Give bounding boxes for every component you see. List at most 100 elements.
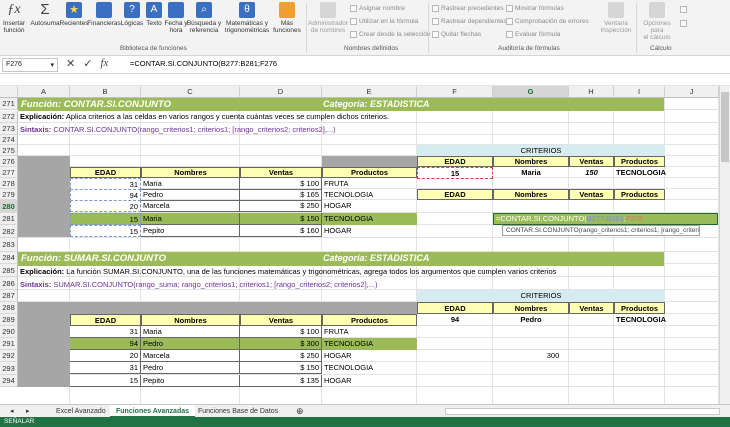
chevron-down-icon[interactable]: ▾ bbox=[50, 61, 54, 69]
table-cell[interactable]: Maria bbox=[141, 326, 240, 338]
logical-button[interactable]: ? Lógicas bbox=[120, 2, 144, 27]
error-checking-button[interactable]: Comprobación de errores bbox=[506, 18, 589, 25]
criteria-header[interactable]: Productos bbox=[614, 156, 665, 167]
math-button[interactable]: θ Matemáticas y trigonométricas bbox=[222, 2, 272, 34]
table-cell[interactable]: $ 150 bbox=[240, 362, 322, 374]
criteria-header[interactable]: Ventas bbox=[569, 302, 614, 314]
row-header[interactable]: 285 bbox=[0, 264, 18, 277]
table-cell[interactable]: $ 135 bbox=[240, 375, 322, 387]
name-manager-button[interactable]: Administrador de nombres bbox=[308, 2, 348, 34]
show-formulas-button[interactable]: Mostrar fórmulas bbox=[506, 5, 564, 12]
row-header[interactable]: 273 bbox=[0, 123, 18, 135]
table-header[interactable]: EDAD bbox=[70, 167, 141, 178]
table-cell[interactable]: $ 160 bbox=[240, 225, 322, 237]
table-cell[interactable]: HOGAR bbox=[322, 200, 417, 212]
table-cell[interactable]: HOGAR bbox=[322, 225, 417, 237]
table-cell[interactable]: Pedro bbox=[141, 338, 240, 350]
row-header[interactable]: 290 bbox=[0, 326, 18, 338]
table-cell[interactable]: 31 bbox=[70, 326, 141, 338]
table-header[interactable]: Nombres bbox=[141, 314, 240, 326]
row-header[interactable]: 283 bbox=[0, 238, 18, 252]
criteria-value[interactable]: TECNOLOGIA bbox=[614, 314, 666, 326]
column-header[interactable]: C bbox=[141, 86, 240, 98]
table-cell[interactable]: FRUTA bbox=[322, 326, 417, 338]
scroll-thumb[interactable] bbox=[721, 92, 729, 162]
table-cell[interactable]: Marcela bbox=[141, 200, 240, 212]
row-header[interactable]: 275 bbox=[0, 145, 18, 156]
financial-button[interactable]: Financieras bbox=[87, 2, 121, 27]
table-cell[interactable]: Maria bbox=[141, 213, 240, 225]
criteria-header[interactable]: Nombres bbox=[493, 156, 569, 167]
datetime-button[interactable]: Fecha y hora bbox=[164, 2, 188, 34]
table-header[interactable]: EDAD bbox=[70, 314, 141, 326]
insert-function-button[interactable]: ƒx Insertar función bbox=[3, 2, 25, 34]
criteria-header[interactable]: Ventas bbox=[569, 189, 614, 200]
criteria-value[interactable]: Maria bbox=[493, 167, 569, 179]
text-button[interactable]: A Texto bbox=[144, 2, 164, 27]
table-cell[interactable]: 20 bbox=[70, 200, 141, 212]
table-header[interactable]: Nombres bbox=[141, 167, 240, 178]
row-header[interactable]: 288 bbox=[0, 302, 18, 314]
criteria-value[interactable]: 15 bbox=[417, 167, 493, 179]
table-cell[interactable]: Pepito bbox=[141, 225, 240, 237]
column-header[interactable]: A bbox=[18, 86, 70, 98]
table-header[interactable]: Ventas bbox=[240, 314, 322, 326]
criteria-header[interactable]: Ventas bbox=[569, 156, 614, 167]
criteria-value[interactable]: 94 bbox=[417, 314, 493, 326]
row-header[interactable]: 279 bbox=[0, 189, 18, 200]
evaluate-formula-button[interactable]: Evaluar fórmula bbox=[506, 31, 561, 38]
table-cell[interactable]: Marcela bbox=[141, 350, 240, 362]
row-header[interactable]: 293 bbox=[0, 362, 18, 375]
criteria-value[interactable]: TECNOLOGIA bbox=[614, 167, 666, 179]
calc-sheet-button[interactable] bbox=[680, 20, 687, 27]
table-cell[interactable]: 15 bbox=[70, 213, 141, 225]
close-icon[interactable]: ✕ bbox=[66, 57, 75, 70]
remove-arrows-button[interactable]: Quitar flechas bbox=[432, 31, 481, 38]
vertical-scrollbar[interactable] bbox=[719, 86, 730, 404]
table-cell[interactable]: $ 150 bbox=[240, 213, 322, 225]
row-header[interactable]: 280 bbox=[0, 200, 18, 213]
row-header[interactable]: 276 bbox=[0, 156, 18, 167]
calc-now-button[interactable] bbox=[680, 6, 687, 13]
column-header[interactable]: B bbox=[70, 86, 141, 98]
criteria-header[interactable]: EDAD bbox=[417, 302, 493, 314]
watch-window-button[interactable]: Ventana Inspección bbox=[598, 2, 634, 34]
table-cell[interactable]: Pepito bbox=[141, 375, 240, 387]
criteria-value[interactable]: Pedro bbox=[493, 314, 569, 326]
criteria-header[interactable]: Nombres bbox=[493, 302, 569, 314]
table-header[interactable]: Productos bbox=[322, 167, 417, 178]
column-header[interactable]: H bbox=[569, 86, 614, 98]
row-header[interactable]: 272 bbox=[0, 111, 18, 123]
row-header[interactable]: 284 bbox=[0, 252, 18, 264]
check-icon[interactable]: ✓ bbox=[83, 57, 92, 70]
table-cell[interactable]: 15 bbox=[70, 375, 141, 387]
row-header[interactable]: 277 bbox=[0, 167, 18, 178]
table-cell[interactable]: 94 bbox=[70, 338, 141, 350]
fx-icon[interactable]: fx bbox=[100, 57, 108, 70]
row-header[interactable]: 291 bbox=[0, 338, 18, 350]
row-header[interactable]: 278 bbox=[0, 178, 18, 189]
column-header[interactable]: D bbox=[240, 86, 322, 98]
row-header[interactable]: 286 bbox=[0, 277, 18, 290]
table-header[interactable]: Ventas bbox=[240, 167, 322, 178]
table-cell[interactable]: 31 bbox=[70, 362, 141, 374]
recent-button[interactable]: ★ Recientes bbox=[60, 2, 88, 27]
criteria-header[interactable]: Productos bbox=[614, 189, 665, 200]
use-in-formula-button[interactable]: Utilizar en la fórmula bbox=[350, 18, 418, 25]
row-header[interactable]: 274 bbox=[0, 135, 18, 145]
table-cell[interactable]: 15 bbox=[70, 225, 141, 237]
row-header[interactable]: 287 bbox=[0, 290, 18, 302]
table-cell[interactable]: TECNOLOGIA bbox=[322, 362, 417, 374]
column-header[interactable]: I bbox=[614, 86, 665, 98]
editing-cell[interactable]: =CONTAR.SI.CONJUNTO(B277:B281;F276 bbox=[493, 213, 718, 225]
table-cell[interactable]: HOGAR bbox=[322, 375, 417, 387]
column-header[interactable]: G bbox=[493, 86, 569, 98]
table-cell[interactable]: Pedro bbox=[141, 362, 240, 374]
create-from-selection-button[interactable]: Crear desde la selección bbox=[350, 31, 431, 38]
table-cell[interactable]: 20 bbox=[70, 350, 141, 362]
table-cell[interactable]: $ 300 bbox=[240, 338, 322, 350]
row-header[interactable]: 271 bbox=[0, 98, 18, 110]
table-cell[interactable]: TECNOLOGIA bbox=[322, 213, 417, 225]
column-header[interactable]: E bbox=[322, 86, 417, 98]
row-header[interactable]: 294 bbox=[0, 375, 18, 387]
